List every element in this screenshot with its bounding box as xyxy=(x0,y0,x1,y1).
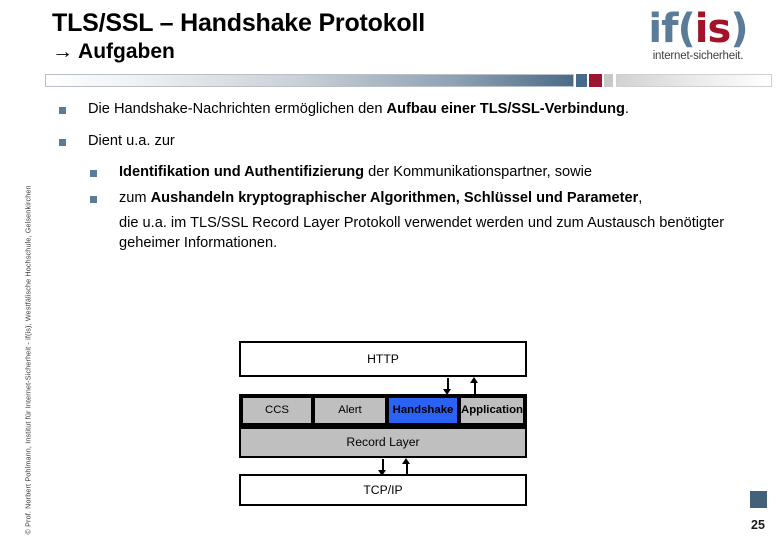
sub-2-text-tail: , xyxy=(638,189,643,206)
sub-2-text-lead: zum xyxy=(119,189,151,206)
stack-gap-http-to-subprotocols xyxy=(239,377,527,395)
header-divider-bar xyxy=(45,74,772,87)
logo-paren-open: ( xyxy=(677,6,696,52)
sub-1-text-tail: der Kommunikationspartner, sowie xyxy=(364,164,593,180)
sub-2-text-strong: Aushandeln kryptographischer Algorithmen… xyxy=(150,189,639,206)
sidebar-copyright: © Prof. Norbert Pohlmann, Institut für I… xyxy=(23,185,33,535)
slide-root: TLS/SSL – Handshake Protokoll → Aufgaben… xyxy=(0,0,780,540)
bullet-1-text-strong: Aufbau einer TLS/SSL-Verbindung xyxy=(386,101,625,117)
logo-text-i: i xyxy=(694,6,709,52)
square-bullet-icon xyxy=(90,195,97,203)
page-title: TLS/SSL – Handshake Protokoll → Aufgaben xyxy=(52,8,612,65)
slide-body: Die Handshake-Nachrichten ermöglichen de… xyxy=(56,100,768,253)
sub-bullet-group: Identifikation und Authentifizierung der… xyxy=(88,163,768,253)
stack-gap-record-to-tcpip xyxy=(239,458,527,476)
sub-1-text-strong: Identifikation und Authentifizierung xyxy=(119,164,365,180)
divider-accent-gray xyxy=(604,74,613,87)
title-line-secondary: → Aufgaben xyxy=(52,40,175,63)
bullet-item-2: Dient u.a. zur xyxy=(56,132,768,152)
square-bullet-icon xyxy=(59,107,66,114)
stack-box-application: Application xyxy=(459,396,526,425)
logo-paren-close: ) xyxy=(730,6,748,52)
ifis-logo: if(is) internet-sicherheit. xyxy=(624,6,772,72)
square-bullet-icon xyxy=(90,170,97,177)
sub-bullet-item-2: zum Aushandeln kryptographischer Algorit… xyxy=(88,189,768,209)
divider-tail-segment xyxy=(616,74,772,87)
logo-text-s: s xyxy=(707,6,732,52)
sub-bullet-trailing-paragraph: die u.a. im TLS/SSL Record Layer Protoko… xyxy=(119,215,725,251)
protocol-stack-diagram: HTTP CCS Alert Handshake Application Rec… xyxy=(239,341,527,506)
stack-box-alert: Alert xyxy=(313,396,387,425)
bullet-2-text: Dient u.a. zur xyxy=(88,132,175,149)
divider-gradient-segment xyxy=(45,74,574,87)
sub-bullet-item-1: Identifikation und Authentifizierung der… xyxy=(88,163,768,183)
page-number: 25 xyxy=(751,518,765,532)
stack-box-ccs: CCS xyxy=(241,396,313,425)
stack-row-subprotocols: CCS Alert Handshake Application xyxy=(239,394,527,427)
stack-box-tcpip: TCP/IP xyxy=(239,474,527,506)
title-line-primary: TLS/SSL – Handshake Protokoll xyxy=(52,9,425,37)
bullet-item-1: Die Handshake-Nachrichten ermöglichen de… xyxy=(56,100,768,120)
bullet-1-text-lead: Die Handshake-Nachrichten ermöglichen de… xyxy=(88,101,387,117)
divider-accent-blue xyxy=(576,74,587,87)
stack-box-http: HTTP xyxy=(239,341,527,377)
footer-accent-square xyxy=(750,491,767,508)
logo-wordmark: if(is) xyxy=(624,6,772,52)
bullet-1-text-tail: . xyxy=(624,101,629,117)
square-bullet-icon xyxy=(59,138,66,146)
stack-box-record-layer: Record Layer xyxy=(239,427,527,458)
logo-text-if: if xyxy=(648,6,678,52)
logo-subtitle: internet-sicherheit. xyxy=(652,50,744,62)
stack-box-handshake: Handshake xyxy=(387,396,459,425)
divider-accent-red xyxy=(589,74,602,87)
